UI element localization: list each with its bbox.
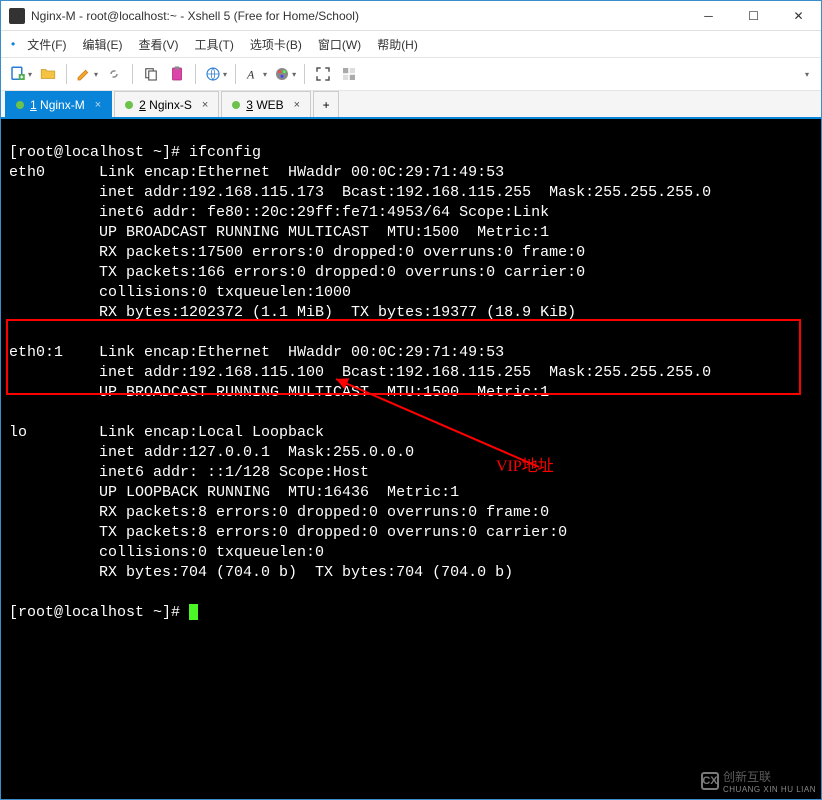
dropdown-icon: ▾ bbox=[263, 70, 267, 79]
output-line: inet addr:127.0.0.1 Mask:255.0.0.0 bbox=[9, 444, 414, 461]
tab-web[interactable]: 3 WEB × bbox=[221, 91, 311, 117]
watermark: CX 创新互联 CHUANG XIN HU LIAN bbox=[701, 768, 816, 794]
output-line: collisions:0 txqueuelen:0 bbox=[9, 544, 324, 561]
window-controls: ─ ☐ ✕ bbox=[686, 1, 821, 31]
menu-tools[interactable]: 工具(T) bbox=[187, 32, 242, 57]
svg-text:A: A bbox=[246, 68, 255, 82]
menu-tabs[interactable]: 选项卡(B) bbox=[242, 32, 310, 57]
find-button[interactable]: A ▾ bbox=[242, 61, 269, 87]
toolbar-separator bbox=[304, 64, 305, 84]
tab-number: 1 bbox=[30, 98, 37, 112]
fullscreen-button[interactable] bbox=[311, 61, 335, 87]
watermark-text-cn: 创新互联 bbox=[723, 768, 816, 785]
tab-label: WEB bbox=[256, 98, 283, 112]
output-line: inet6 addr: fe80::20c:29ff:fe71:4953/64 … bbox=[9, 204, 549, 221]
output-line: eth0 Link encap:Ethernet HWaddr 00:0C:29… bbox=[9, 164, 504, 181]
toolbar: ▾ ▾ ▾ A ▾ ▾ bbox=[1, 57, 821, 91]
globe-icon bbox=[204, 65, 222, 83]
menu-view[interactable]: 查看(V) bbox=[131, 32, 187, 57]
browser-button[interactable]: ▾ bbox=[202, 61, 229, 87]
minimize-button[interactable]: ─ bbox=[686, 1, 731, 31]
output-line: UP BROADCAST RUNNING MULTICAST MTU:1500 … bbox=[9, 224, 549, 241]
menu-file[interactable]: 文件(F) bbox=[19, 32, 74, 57]
status-dot-icon bbox=[232, 101, 240, 109]
tab-nginx-s[interactable]: 2 Nginx-S × bbox=[114, 91, 219, 117]
grid-icon bbox=[340, 65, 358, 83]
command: ifconfig bbox=[189, 144, 261, 161]
toolbar-separator bbox=[235, 64, 236, 84]
pencil-icon bbox=[75, 65, 93, 83]
transparent-button[interactable] bbox=[337, 61, 361, 87]
toolbar-separator bbox=[66, 64, 67, 84]
tab-close-icon[interactable]: × bbox=[294, 99, 300, 111]
window-title: Nginx-M - root@localhost:~ - Xshell 5 (F… bbox=[31, 9, 686, 23]
output-line: RX packets:17500 errors:0 dropped:0 over… bbox=[9, 244, 585, 261]
status-dot-icon bbox=[16, 101, 24, 109]
dropdown-icon: ▾ bbox=[28, 70, 32, 79]
dropdown-icon: ▾ bbox=[94, 70, 98, 79]
cursor bbox=[189, 604, 198, 620]
output-line: inet6 addr: ::1/128 Scope:Host bbox=[9, 464, 369, 481]
tab-number: 3 bbox=[246, 98, 253, 112]
annotation-box bbox=[6, 319, 801, 395]
watermark-icon: CX bbox=[701, 772, 719, 790]
output-line: TX packets:166 errors:0 dropped:0 overru… bbox=[9, 264, 585, 281]
new-session-button[interactable]: ▾ bbox=[7, 61, 34, 87]
menu-edit[interactable]: 编辑(E) bbox=[75, 32, 131, 57]
session-tabs: 1 Nginx-M × 2 Nginx-S × 3 WEB × + bbox=[1, 91, 821, 119]
tab-label: Nginx-S bbox=[149, 98, 192, 112]
watermark-text-en: CHUANG XIN HU LIAN bbox=[723, 785, 816, 794]
prompt: [root@localhost ~]# bbox=[9, 604, 189, 621]
reconnect-button[interactable]: ▾ bbox=[73, 61, 100, 87]
tab-number: 2 bbox=[139, 98, 146, 112]
disconnect-button[interactable] bbox=[102, 61, 126, 87]
close-button[interactable]: ✕ bbox=[776, 1, 821, 31]
paste-button[interactable] bbox=[165, 61, 189, 87]
italic-a-icon: A bbox=[244, 65, 262, 83]
annotation-label: VIP地址 bbox=[496, 457, 554, 477]
output-line: RX bytes:704 (704.0 b) TX bytes:704 (704… bbox=[9, 564, 513, 581]
copy-button[interactable] bbox=[139, 61, 163, 87]
tab-nginx-m[interactable]: 1 Nginx-M × bbox=[5, 91, 112, 117]
toolbar-overflow-icon[interactable]: ▾ bbox=[805, 70, 815, 79]
app-window: Nginx-M - root@localhost:~ - Xshell 5 (F… bbox=[0, 0, 822, 800]
titlebar: Nginx-M - root@localhost:~ - Xshell 5 (F… bbox=[1, 1, 821, 31]
expand-icon bbox=[314, 65, 332, 83]
tab-close-icon[interactable]: × bbox=[95, 99, 101, 111]
palette-icon bbox=[273, 65, 291, 83]
paste-icon bbox=[168, 65, 186, 83]
tab-label: Nginx-M bbox=[40, 98, 85, 112]
menu-window[interactable]: 窗口(W) bbox=[310, 32, 369, 57]
status-dot-icon bbox=[125, 101, 133, 109]
app-icon bbox=[9, 8, 25, 24]
tab-close-icon[interactable]: × bbox=[202, 99, 208, 111]
color-button[interactable]: ▾ bbox=[271, 61, 298, 87]
maximize-button[interactable]: ☐ bbox=[731, 1, 776, 31]
menubar: • 文件(F) 编辑(E) 查看(V) 工具(T) 选项卡(B) 窗口(W) 帮… bbox=[1, 31, 821, 57]
document-plus-icon bbox=[9, 65, 27, 83]
output-line: collisions:0 txqueuelen:1000 bbox=[9, 284, 351, 301]
link-icon bbox=[105, 65, 123, 83]
open-button[interactable] bbox=[36, 61, 60, 87]
dropdown-icon: ▾ bbox=[223, 70, 227, 79]
output-line: TX packets:8 errors:0 dropped:0 overruns… bbox=[9, 524, 567, 541]
toolbar-separator bbox=[132, 64, 133, 84]
output-line: lo Link encap:Local Loopback bbox=[9, 424, 324, 441]
output-line: inet addr:192.168.115.173 Bcast:192.168.… bbox=[9, 184, 711, 201]
prompt: [root@localhost ~]# bbox=[9, 144, 189, 161]
new-tab-button[interactable]: + bbox=[313, 91, 339, 117]
output-line: UP LOOPBACK RUNNING MTU:16436 Metric:1 bbox=[9, 484, 459, 501]
folder-open-icon bbox=[39, 65, 57, 83]
terminal[interactable]: [root@localhost ~]# ifconfig eth0 Link e… bbox=[1, 119, 821, 799]
toolbar-separator bbox=[195, 64, 196, 84]
menu-help[interactable]: 帮助(H) bbox=[369, 32, 426, 57]
output-line: RX packets:8 errors:0 dropped:0 overruns… bbox=[9, 504, 549, 521]
dropdown-icon: ▾ bbox=[292, 70, 296, 79]
menubar-bullet: • bbox=[11, 37, 15, 51]
copy-icon bbox=[142, 65, 160, 83]
